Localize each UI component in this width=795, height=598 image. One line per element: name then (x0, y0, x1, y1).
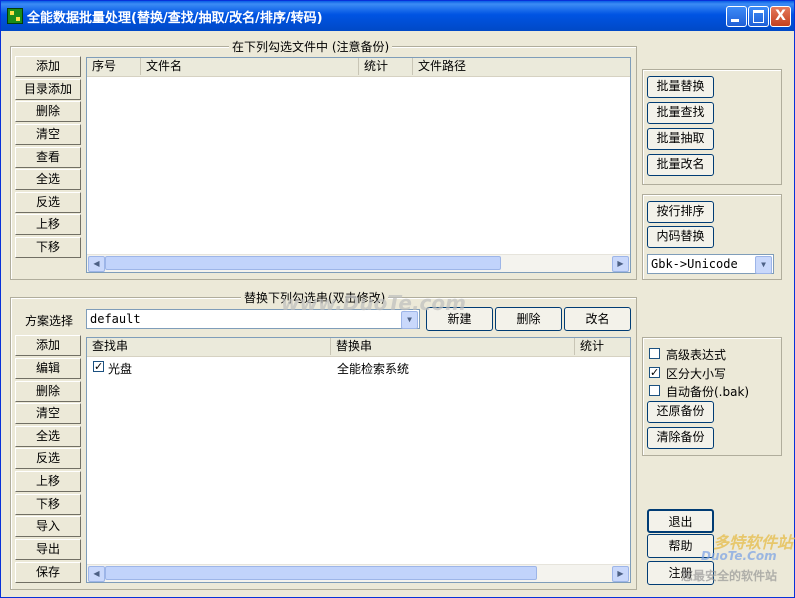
case-sensitive-label: 区分大小写 (666, 367, 727, 381)
case-sensitive-checkbox[interactable]: ✓ (649, 367, 660, 378)
column-find[interactable]: 查找串 (87, 338, 331, 355)
restore-backup-button[interactable]: 还原备份 (647, 401, 714, 423)
regex-label: 高级表达式 (666, 348, 727, 362)
window-title: 全能数据批量处理(替换/查找/抽取/改名/排序/转码) (27, 11, 323, 26)
column-count[interactable]: 统计 (575, 338, 630, 355)
scroll-right-icon[interactable]: ▶ (612, 566, 629, 582)
scroll-right-icon[interactable]: ▶ (612, 256, 629, 272)
column-index[interactable]: 序号 (87, 58, 141, 75)
find-cell: 光盘 (108, 362, 133, 376)
save-rules-button[interactable]: 保存 (15, 562, 81, 583)
maximize-button[interactable] (748, 6, 769, 27)
rename-scheme-button[interactable]: 改名 (564, 307, 631, 331)
edit-rule-button[interactable]: 编辑 (15, 358, 81, 379)
column-replace[interactable]: 替换串 (331, 338, 575, 355)
scroll-thumb[interactable] (105, 256, 501, 270)
scheme-value: default (90, 312, 141, 326)
row-checkbox[interactable]: ✓ (93, 361, 104, 372)
clear-backup-button[interactable]: 清除备份 (647, 427, 714, 449)
watermark: DuoTe.Com (701, 549, 777, 563)
close-icon: X (775, 8, 786, 24)
add-directory-button[interactable]: 目录添加 (15, 79, 81, 100)
move-rule-up-button[interactable]: 上移 (15, 471, 81, 492)
column-filename[interactable]: 文件名 (141, 58, 359, 75)
auto-backup-checkbox[interactable] (649, 385, 660, 396)
rule-list-header: 查找串 替换串 统计 (87, 338, 630, 357)
minimize-button[interactable] (726, 6, 747, 27)
invert-files-button[interactable]: 反选 (15, 192, 81, 213)
watermark: www.DuoTe.com (281, 291, 466, 315)
export-rules-button[interactable]: 导出 (15, 539, 81, 560)
column-count[interactable]: 统计 (359, 58, 413, 75)
title-bar[interactable]: 全能数据批量处理(替换/查找/抽取/改名/排序/转码) X (1, 1, 794, 31)
select-all-files-button[interactable]: 全选 (15, 169, 81, 190)
delete-file-button[interactable]: 删除 (15, 101, 81, 122)
exit-button[interactable]: 退出 (647, 509, 714, 533)
encoding-select[interactable]: Gbk->Unicode ▼ (647, 254, 774, 274)
files-group-title: 在下列勾选文件中 (注意备份) (229, 38, 393, 55)
rule-list-scrollbar[interactable]: ◀ ▶ (87, 564, 630, 582)
batch-extract-button[interactable]: 批量抽取 (647, 128, 714, 150)
encoding-value: Gbk->Unicode (651, 257, 738, 271)
clear-rules-button[interactable]: 清空 (15, 403, 81, 424)
add-file-button[interactable]: 添加 (15, 56, 81, 77)
move-rule-down-button[interactable]: 下移 (15, 494, 81, 515)
add-rule-button[interactable]: 添加 (15, 335, 81, 356)
file-list-scrollbar[interactable]: ◀ ▶ (87, 254, 630, 272)
clear-files-button[interactable]: 清空 (15, 124, 81, 145)
scheme-label: 方案选择 (25, 314, 74, 328)
scroll-left-icon[interactable]: ◀ (88, 566, 105, 582)
replace-cell: 全能检索系统 (337, 362, 410, 376)
invert-rules-button[interactable]: 反选 (15, 448, 81, 469)
delete-scheme-button[interactable]: 删除 (495, 307, 562, 331)
column-filepath[interactable]: 文件路径 (413, 58, 630, 75)
view-file-button[interactable]: 查看 (15, 147, 81, 168)
close-button[interactable]: X (770, 6, 791, 27)
batch-replace-button[interactable]: 批量替换 (647, 76, 714, 98)
app-icon (7, 8, 23, 24)
batch-find-button[interactable]: 批量查找 (647, 102, 714, 124)
sort-lines-button[interactable]: 按行排序 (647, 201, 714, 223)
move-file-down-button[interactable]: 下移 (15, 237, 81, 258)
auto-backup-label: 自动备份(.bak) (666, 385, 750, 399)
app-window: 全能数据批量处理(替换/查找/抽取/改名/排序/转码) X 在下列勾选文件中 (… (0, 0, 795, 598)
select-all-rules-button[interactable]: 全选 (15, 426, 81, 447)
file-list[interactable]: 序号 文件名 统计 文件路径 ◀ ▶ (86, 57, 631, 273)
table-row[interactable]: ✓ 光盘 全能检索系统 (87, 358, 630, 376)
batch-rename-button[interactable]: 批量改名 (647, 154, 714, 176)
encoding-convert-button[interactable]: 内码替换 (647, 226, 714, 248)
file-list-header: 序号 文件名 统计 文件路径 (87, 58, 630, 77)
rule-list[interactable]: 查找串 替换串 统计 ✓ 光盘 全能检索系统 ◀ ▶ (86, 337, 631, 583)
delete-rule-button[interactable]: 删除 (15, 381, 81, 402)
scroll-left-icon[interactable]: ◀ (88, 256, 105, 272)
regex-checkbox[interactable] (649, 348, 660, 359)
watermark: 您最安全的软件站 (681, 569, 778, 583)
scroll-thumb[interactable] (105, 566, 537, 580)
import-rules-button[interactable]: 导入 (15, 516, 81, 537)
chevron-down-icon[interactable]: ▼ (755, 256, 772, 274)
move-file-up-button[interactable]: 上移 (15, 214, 81, 235)
